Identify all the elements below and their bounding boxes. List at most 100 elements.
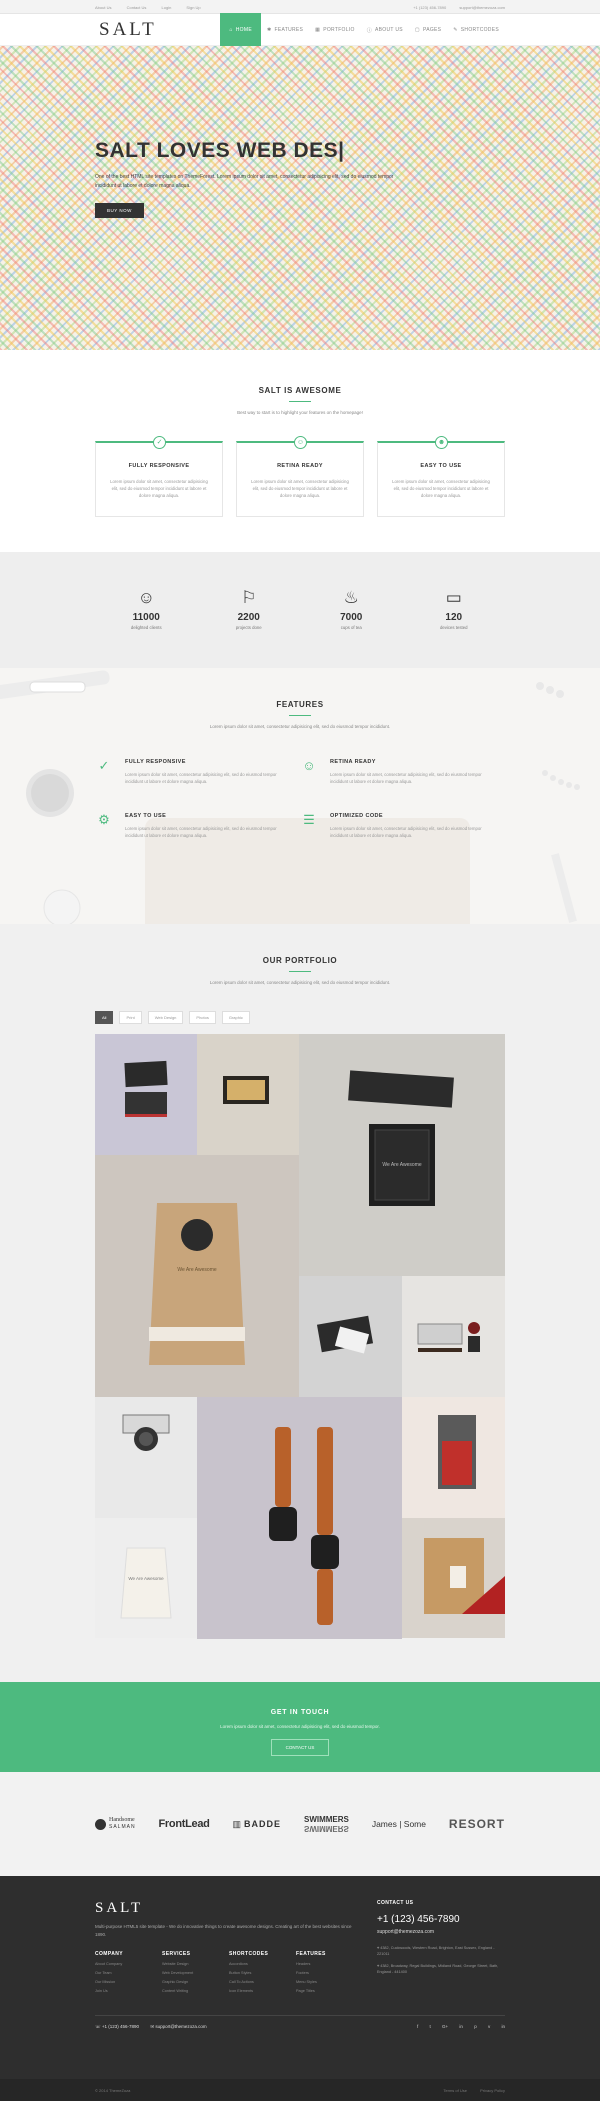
clients-section: Handsome SALMAN FrontLead ▥ BADDE SWIMME…	[0, 1772, 600, 1876]
filter-graphic[interactable]: Graphic	[221, 1011, 250, 1024]
tile-caption: We Are Awesome	[382, 1162, 422, 1168]
portfolio-title: OUR PORTFOLIO	[262, 956, 338, 965]
footer-link[interactable]: Join Us	[95, 1989, 162, 1993]
privacy-link[interactable]: Privacy Policy	[480, 2088, 505, 2093]
client-logo-swimmers[interactable]: SWIMMERS SWIMMERS	[304, 1815, 349, 1833]
footer-link[interactable]: Call To Actions	[229, 1980, 296, 1984]
features-subtitle: Lorem ipsum dolor sit amet, consectetur …	[209, 724, 391, 729]
client-logo-resort[interactable]: RESORT	[449, 1817, 505, 1831]
dribbble-icon[interactable]: in	[459, 2024, 463, 2029]
footer-link[interactable]: Our Team	[95, 1971, 162, 1975]
nav-item-portfolio[interactable]: ▦ PORTFOLIO	[309, 14, 361, 46]
top-phone: +1 (123) 456-7890	[413, 4, 447, 10]
footer-link[interactable]: Menu Styles	[296, 1980, 363, 1984]
building-icon: ▥	[232, 1818, 242, 1829]
phone-icon: ☏	[95, 2024, 102, 2029]
portfolio-tile-cloth-bag[interactable]: We Are Awesome	[95, 1518, 197, 1638]
footer-bar-email[interactable]: support@themezoza.com	[155, 2024, 206, 2029]
portfolio-gallery: We Are Awesome We Are Awesome We Are Awe…	[95, 1034, 505, 1639]
client-logo-james[interactable]: James | Some	[372, 1819, 426, 1829]
client-logo-handsome[interactable]: Handsome SALMAN	[95, 1817, 136, 1831]
portfolio-tile-tag-box[interactable]	[402, 1518, 505, 1638]
top-link-about[interactable]: About Us	[95, 5, 111, 10]
sliders-icon: ☰	[303, 812, 315, 827]
filter-all[interactable]: All	[95, 1011, 114, 1024]
terms-link[interactable]: Terms of Use	[443, 2088, 467, 2093]
footer-description: Multi-purpose HTML5 site template - We d…	[95, 1924, 352, 1937]
top-link-contact[interactable]: Contact Us	[127, 5, 147, 10]
portfolio-tile-business-cards[interactable]	[95, 1034, 197, 1155]
features-grid: ✓ FULLY RESPONSIVE Lorem ipsum dolor sit …	[95, 757, 505, 865]
feature-text: Lorem ipsum dolor sit amet, consectetur …	[125, 772, 277, 784]
counter-value: 7000	[340, 612, 363, 623]
pinterest-icon[interactable]: p	[474, 2024, 477, 2029]
footer-link[interactable]: Footers	[296, 1971, 363, 1975]
client-logo-mirror-text: SWIMMERS	[303, 1824, 349, 1833]
footer-link[interactable]: Graphic Design	[162, 1980, 229, 1984]
counter-label: projects done	[235, 625, 262, 630]
copyright-text: © 2014 ThemeZoza	[95, 2087, 131, 2093]
counter-devices: ▭ 120 devices tested	[414, 588, 494, 630]
footer-link[interactable]: Accordions	[229, 1962, 296, 1966]
filter-photos[interactable]: Photos	[189, 1011, 216, 1024]
gear-icon: ⚙	[98, 812, 110, 827]
top-link-login[interactable]: Login	[162, 5, 172, 10]
linkedin-icon[interactable]: in	[501, 2024, 505, 2029]
nav-item-features[interactable]: ✱ FEATURES	[261, 14, 309, 46]
portfolio-tile-watch[interactable]	[197, 1397, 402, 1639]
footer-link[interactable]: Web Development	[162, 1971, 229, 1975]
nav-item-about[interactable]: ⓘ ABOUT US	[361, 14, 409, 46]
footer-email[interactable]: support@themezoza.com	[377, 1929, 505, 1935]
buy-now-button[interactable]: BUY NOW	[95, 203, 144, 218]
site-logo[interactable]: SALT	[95, 19, 157, 41]
nav-item-shortcodes[interactable]: ✎ SHORTCODES	[447, 14, 505, 46]
portfolio-tile-matchbox[interactable]	[402, 1397, 505, 1518]
footer-link[interactable]: Website Design	[162, 1962, 229, 1966]
counters-section: ☺ 11000 delighted clients ⚐ 2200 project…	[0, 552, 600, 668]
footer-col-title: COMPANY	[95, 1951, 123, 1957]
facebook-icon[interactable]: f	[417, 2024, 418, 2029]
monitor-icon: ▭	[445, 588, 462, 607]
footer-address-2: ⌖ 4382, Broadway, Regal Buildings, Midla…	[377, 1963, 505, 1975]
twitter-icon[interactable]: t	[429, 2024, 430, 2029]
feature-card: ☻ EASY TO USE Lorem ipsum dolor sit amet…	[377, 436, 505, 517]
top-link-signup[interactable]: Sign Up	[186, 5, 200, 10]
portfolio-tile-keyboard[interactable]	[402, 1276, 505, 1397]
nav-item-pages[interactable]: ▢ PAGES	[409, 14, 447, 46]
top-email[interactable]: support@themezoza.com	[459, 5, 505, 10]
portfolio-tile-camera[interactable]	[95, 1397, 197, 1518]
contact-us-button[interactable]: CONTACT US	[270, 1739, 330, 1756]
footer: SALT Multi-purpose HTML5 site template -…	[0, 1876, 600, 2079]
footer-col-company: COMPANY About Company Our Team Our Missi…	[95, 1951, 162, 1993]
counter-value: 11000	[132, 612, 160, 623]
footer-link[interactable]: About Company	[95, 1962, 162, 1966]
footer-link[interactable]: Headers	[296, 1962, 363, 1966]
tile-caption: We Are Awesome	[177, 1267, 217, 1273]
client-logo-frontlead[interactable]: FrontLead	[159, 1818, 210, 1830]
portfolio-tile-black-box[interactable]: We Are Awesome	[299, 1034, 505, 1276]
client-logo-badde[interactable]: ▥ BADDE	[233, 1819, 282, 1830]
vimeo-icon[interactable]: v	[488, 2024, 490, 2029]
footer-col-title: SHORTCODES	[229, 1951, 269, 1957]
card-text: Lorem ipsum dolor sit amet, consectetur …	[392, 479, 490, 498]
google-plus-icon[interactable]: G+	[442, 2024, 448, 2029]
footer-logo[interactable]: SALT	[95, 1900, 365, 1917]
footer-link[interactable]: Content Writing	[162, 1989, 229, 1993]
footer-columns: COMPANY About Company Our Team Our Missi…	[95, 1951, 365, 1993]
portfolio-tile-paper-bag[interactable]: We Are Awesome	[95, 1155, 299, 1397]
portfolio-tile-gold-card[interactable]	[197, 1034, 299, 1155]
counter-value: 2200	[237, 612, 260, 623]
feature-text: Lorem ipsum dolor sit amet, consectetur …	[330, 772, 482, 784]
copyright-bar: © 2014 ThemeZoza Terms of Use Privacy Po…	[0, 2079, 600, 2101]
footer-link[interactable]: Icon Elements	[229, 1989, 296, 1993]
footer-link[interactable]: Our Mission	[95, 1980, 162, 1984]
portfolio-tile-envelope[interactable]	[299, 1276, 402, 1397]
nav-menu: ⌂ HOME ✱ FEATURES ▦ PORTFOLIO ⓘ ABOUT US ▢ PA…	[220, 13, 505, 46]
filter-web-design[interactable]: Web Design	[147, 1011, 184, 1024]
filter-print[interactable]: Print	[119, 1011, 142, 1024]
nav-item-home[interactable]: ⌂ HOME	[220, 13, 261, 46]
footer-link[interactable]: Button Styles	[229, 1971, 296, 1975]
check-circle-icon: ✓	[98, 758, 110, 773]
footer-link[interactable]: Page Titles	[296, 1989, 363, 1993]
counter-label: devices tested	[440, 625, 468, 630]
